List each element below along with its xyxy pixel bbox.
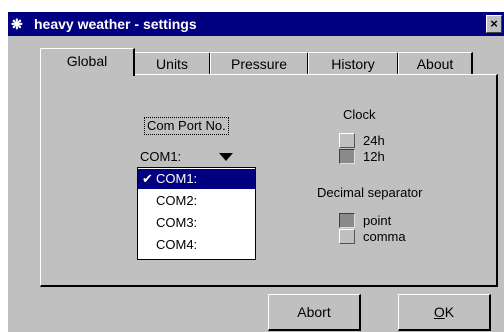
clock-option-12h: 12h [363, 149, 385, 164]
ok-button[interactable]: OK [398, 294, 491, 331]
abort-button[interactable]: Abort [268, 294, 361, 331]
window-title: heavy weather - settings [34, 16, 197, 32]
com-port-select[interactable]: COM1: [137, 147, 237, 167]
option-label: COM2: [156, 193, 198, 208]
close-button[interactable]: × [486, 15, 502, 33]
com-port-option[interactable]: COM3: [138, 213, 255, 233]
com-port-option[interactable]: ✔ COM1: [138, 169, 255, 189]
chevron-down-icon[interactable] [219, 153, 233, 161]
tab-history[interactable]: History [308, 52, 399, 75]
check-icon: ✔ [142, 171, 153, 186]
com-port-dropdown: ✔ COM1: COM2: COM3: COM4: [137, 167, 256, 260]
tab-about[interactable]: About [398, 52, 473, 75]
tab-label: Global [66, 53, 108, 69]
clock-12h-button[interactable] [339, 149, 355, 164]
option-label: COM3: [156, 215, 198, 230]
com-port-value: COM1: [140, 149, 182, 164]
clock-label: Clock [343, 107, 376, 122]
decimal-option-comma: comma [363, 229, 406, 244]
tab-label: Units [156, 56, 188, 72]
global-settings-panel: Com Port No. COM1: ✔ COM1: COM2: COM3: C… [40, 74, 498, 287]
decimal-separator-toggle [339, 213, 355, 245]
tab-label: History [331, 56, 375, 72]
clock-toggle [339, 133, 355, 165]
tab-pressure[interactable]: Pressure [210, 52, 309, 75]
tab-label: Pressure [230, 56, 288, 72]
option-label: COM4: [156, 237, 198, 252]
clock-24h-button[interactable] [339, 133, 355, 148]
tab-label: About [416, 56, 454, 72]
com-port-option[interactable]: COM2: [138, 191, 255, 211]
bee-icon: ❋ [11, 16, 23, 32]
tab-units[interactable]: Units [134, 52, 211, 75]
decimal-comma-button[interactable] [339, 229, 355, 244]
settings-window: ❋ heavy weather - settings × Global Unit… [8, 12, 504, 332]
decimal-separator-label: Decimal separator [317, 185, 423, 200]
com-port-option[interactable]: COM4: [138, 235, 255, 255]
tab-global[interactable]: Global [40, 48, 135, 76]
com-port-label: Com Port No. [144, 117, 229, 135]
decimal-option-point: point [363, 213, 392, 228]
ok-button-label: K [444, 304, 455, 320]
title-bar: ❋ heavy weather - settings × [8, 12, 504, 36]
abort-button-label: Abort [297, 304, 331, 320]
clock-option-24h: 24h [363, 133, 385, 148]
decimal-point-button[interactable] [339, 213, 355, 228]
ok-mnemonic: O [433, 304, 445, 320]
option-label: COM1: [156, 171, 198, 186]
